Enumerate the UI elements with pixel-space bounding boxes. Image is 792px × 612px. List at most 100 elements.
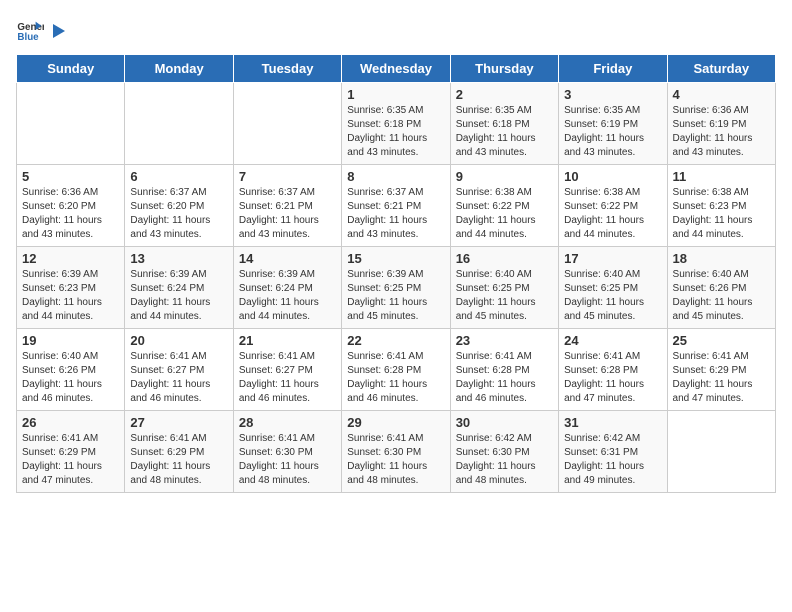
calendar-cell: 4 Sunrise: 6:36 AM Sunset: 6:19 PM Daylig… bbox=[667, 83, 775, 165]
week-row-2: 5 Sunrise: 6:36 AM Sunset: 6:20 PM Daylig… bbox=[17, 165, 776, 247]
day-number: 27 bbox=[130, 415, 227, 430]
calendar-cell: 18 Sunrise: 6:40 AM Sunset: 6:26 PM Dayli… bbox=[667, 247, 775, 329]
logo-icon: General Blue bbox=[16, 16, 44, 44]
day-number: 20 bbox=[130, 333, 227, 348]
calendar-cell: 26Sunrise: 6:41 AM Sunset: 6:29 PM Dayli… bbox=[17, 411, 125, 493]
calendar-cell: 14 Sunrise: 6:39 AM Sunset: 6:24 PM Dayli… bbox=[233, 247, 341, 329]
week-row-1: 1 Sunrise: 6:35 AM Sunset: 6:18 PM Daylig… bbox=[17, 83, 776, 165]
calendar-cell: 1 Sunrise: 6:35 AM Sunset: 6:18 PM Daylig… bbox=[342, 83, 450, 165]
cell-content: Sunrise: 6:41 AM Sunset: 6:27 PM Dayligh… bbox=[130, 350, 227, 406]
calendar-cell: 31 Sunrise: 6:42 AM Sunset: 6:31 PM Dayli… bbox=[559, 411, 667, 493]
logo-text bbox=[48, 20, 68, 40]
week-row-5: 26Sunrise: 6:41 AM Sunset: 6:29 PM Dayli… bbox=[17, 411, 776, 493]
calendar-cell: 22Sunrise: 6:41 AM Sunset: 6:28 PM Dayli… bbox=[342, 329, 450, 411]
calendar-cell: 6 Sunrise: 6:37 AM Sunset: 6:20 PM Daylig… bbox=[125, 165, 233, 247]
cell-content: Sunrise: 6:38 AM Sunset: 6:23 PM Dayligh… bbox=[673, 186, 770, 242]
calendar-cell: 15 Sunrise: 6:39 AM Sunset: 6:25 PM Dayli… bbox=[342, 247, 450, 329]
cell-content: Sunrise: 6:37 AM Sunset: 6:20 PM Dayligh… bbox=[130, 186, 227, 242]
day-number: 18 bbox=[673, 251, 770, 266]
logo-arrow-icon bbox=[49, 22, 67, 40]
cell-content: Sunrise: 6:35 AM Sunset: 6:19 PM Dayligh… bbox=[564, 104, 661, 160]
cell-content: Sunrise: 6:36 AM Sunset: 6:20 PM Dayligh… bbox=[22, 186, 119, 242]
calendar-cell: 23 Sunrise: 6:41 AM Sunset: 6:28 PM Dayli… bbox=[450, 329, 558, 411]
day-number: 24 bbox=[564, 333, 661, 348]
day-number: 17 bbox=[564, 251, 661, 266]
cell-content: Sunrise: 6:41 AM Sunset: 6:27 PM Dayligh… bbox=[239, 350, 336, 406]
cell-content: Sunrise: 6:35 AM Sunset: 6:18 PM Dayligh… bbox=[347, 104, 444, 160]
col-saturday: Saturday bbox=[667, 55, 775, 83]
day-number: 11 bbox=[673, 169, 770, 184]
cell-content: Sunrise: 6:39 AM Sunset: 6:24 PM Dayligh… bbox=[239, 268, 336, 324]
day-number: 19 bbox=[22, 333, 119, 348]
cell-content: Sunrise: 6:41 AM Sunset: 6:30 PM Dayligh… bbox=[347, 432, 444, 488]
calendar-cell: 10 Sunrise: 6:38 AM Sunset: 6:22 PM Dayli… bbox=[559, 165, 667, 247]
day-number: 15 bbox=[347, 251, 444, 266]
page-header: General Blue bbox=[16, 16, 776, 44]
calendar-table: Sunday Monday Tuesday Wednesday Thursday… bbox=[16, 54, 776, 493]
calendar-body: 1 Sunrise: 6:35 AM Sunset: 6:18 PM Daylig… bbox=[17, 83, 776, 493]
cell-content: Sunrise: 6:36 AM Sunset: 6:19 PM Dayligh… bbox=[673, 104, 770, 160]
day-number: 25 bbox=[673, 333, 770, 348]
cell-content: Sunrise: 6:38 AM Sunset: 6:22 PM Dayligh… bbox=[456, 186, 553, 242]
day-number: 29 bbox=[347, 415, 444, 430]
day-number: 7 bbox=[239, 169, 336, 184]
day-number: 14 bbox=[239, 251, 336, 266]
cell-content: Sunrise: 6:40 AM Sunset: 6:26 PM Dayligh… bbox=[22, 350, 119, 406]
week-row-3: 12Sunrise: 6:39 AM Sunset: 6:23 PM Dayli… bbox=[17, 247, 776, 329]
calendar-cell: 9 Sunrise: 6:38 AM Sunset: 6:22 PM Daylig… bbox=[450, 165, 558, 247]
cell-content: Sunrise: 6:41 AM Sunset: 6:28 PM Dayligh… bbox=[456, 350, 553, 406]
day-number: 10 bbox=[564, 169, 661, 184]
calendar-cell: 3 Sunrise: 6:35 AM Sunset: 6:19 PM Daylig… bbox=[559, 83, 667, 165]
day-number: 16 bbox=[456, 251, 553, 266]
day-number: 21 bbox=[239, 333, 336, 348]
cell-content: Sunrise: 6:39 AM Sunset: 6:24 PM Dayligh… bbox=[130, 268, 227, 324]
col-sunday: Sunday bbox=[17, 55, 125, 83]
day-number: 22 bbox=[347, 333, 444, 348]
cell-content: Sunrise: 6:41 AM Sunset: 6:28 PM Dayligh… bbox=[564, 350, 661, 406]
col-tuesday: Tuesday bbox=[233, 55, 341, 83]
col-monday: Monday bbox=[125, 55, 233, 83]
calendar-cell: 24 Sunrise: 6:41 AM Sunset: 6:28 PM Dayli… bbox=[559, 329, 667, 411]
day-number: 4 bbox=[673, 87, 770, 102]
cell-content: Sunrise: 6:37 AM Sunset: 6:21 PM Dayligh… bbox=[239, 186, 336, 242]
day-number: 23 bbox=[456, 333, 553, 348]
cell-content: Sunrise: 6:40 AM Sunset: 6:25 PM Dayligh… bbox=[564, 268, 661, 324]
cell-content: Sunrise: 6:37 AM Sunset: 6:21 PM Dayligh… bbox=[347, 186, 444, 242]
day-number: 6 bbox=[130, 169, 227, 184]
col-thursday: Thursday bbox=[450, 55, 558, 83]
cell-content: Sunrise: 6:40 AM Sunset: 6:25 PM Dayligh… bbox=[456, 268, 553, 324]
day-number: 26 bbox=[22, 415, 119, 430]
calendar-cell: 13 Sunrise: 6:39 AM Sunset: 6:24 PM Dayli… bbox=[125, 247, 233, 329]
svg-text:Blue: Blue bbox=[17, 32, 39, 43]
cell-content: Sunrise: 6:39 AM Sunset: 6:25 PM Dayligh… bbox=[347, 268, 444, 324]
day-number: 8 bbox=[347, 169, 444, 184]
calendar-cell: 28Sunrise: 6:41 AM Sunset: 6:30 PM Dayli… bbox=[233, 411, 341, 493]
cell-content: Sunrise: 6:41 AM Sunset: 6:29 PM Dayligh… bbox=[673, 350, 770, 406]
calendar-cell: 12Sunrise: 6:39 AM Sunset: 6:23 PM Dayli… bbox=[17, 247, 125, 329]
cell-content: Sunrise: 6:40 AM Sunset: 6:26 PM Dayligh… bbox=[673, 268, 770, 324]
calendar-cell bbox=[125, 83, 233, 165]
calendar-header: Sunday Monday Tuesday Wednesday Thursday… bbox=[17, 55, 776, 83]
day-number: 12 bbox=[22, 251, 119, 266]
calendar-cell: 19 Sunrise: 6:40 AM Sunset: 6:26 PM Dayli… bbox=[17, 329, 125, 411]
cell-content: Sunrise: 6:38 AM Sunset: 6:22 PM Dayligh… bbox=[564, 186, 661, 242]
week-row-4: 19 Sunrise: 6:40 AM Sunset: 6:26 PM Dayli… bbox=[17, 329, 776, 411]
col-friday: Friday bbox=[559, 55, 667, 83]
day-number: 13 bbox=[130, 251, 227, 266]
cell-content: Sunrise: 6:42 AM Sunset: 6:30 PM Dayligh… bbox=[456, 432, 553, 488]
calendar-cell: 17 Sunrise: 6:40 AM Sunset: 6:25 PM Dayli… bbox=[559, 247, 667, 329]
calendar-cell: 11 Sunrise: 6:38 AM Sunset: 6:23 PM Dayli… bbox=[667, 165, 775, 247]
calendar-cell: 16 Sunrise: 6:40 AM Sunset: 6:25 PM Dayli… bbox=[450, 247, 558, 329]
day-number: 9 bbox=[456, 169, 553, 184]
cell-content: Sunrise: 6:42 AM Sunset: 6:31 PM Dayligh… bbox=[564, 432, 661, 488]
day-number: 5 bbox=[22, 169, 119, 184]
header-row: Sunday Monday Tuesday Wednesday Thursday… bbox=[17, 55, 776, 83]
day-number: 2 bbox=[456, 87, 553, 102]
day-number: 31 bbox=[564, 415, 661, 430]
calendar-cell: 20 Sunrise: 6:41 AM Sunset: 6:27 PM Dayli… bbox=[125, 329, 233, 411]
calendar-cell: 30Sunrise: 6:42 AM Sunset: 6:30 PM Dayli… bbox=[450, 411, 558, 493]
calendar-cell bbox=[667, 411, 775, 493]
day-number: 3 bbox=[564, 87, 661, 102]
day-number: 1 bbox=[347, 87, 444, 102]
calendar-cell: 8 Sunrise: 6:37 AM Sunset: 6:21 PM Daylig… bbox=[342, 165, 450, 247]
